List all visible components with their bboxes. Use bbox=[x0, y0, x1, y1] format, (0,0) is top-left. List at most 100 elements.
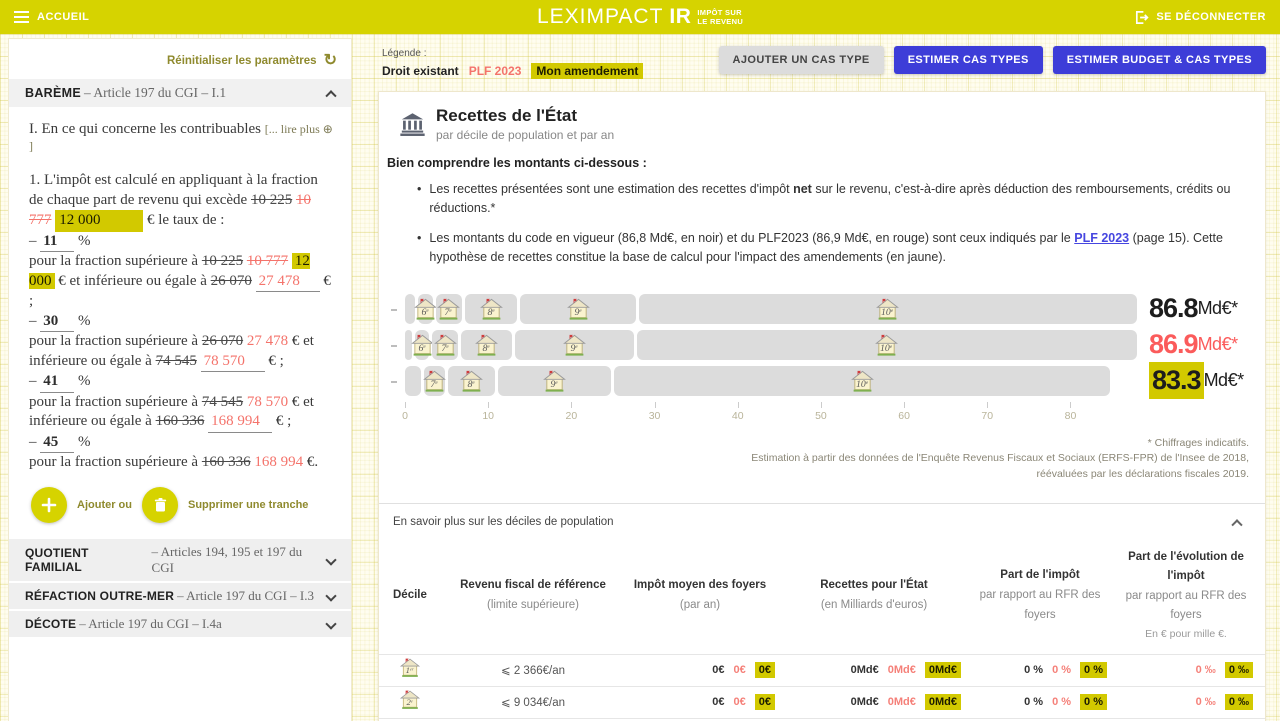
bar-segment-decile-6e: 6e bbox=[418, 294, 433, 324]
bar-segment-decile-8e: 8e bbox=[461, 330, 512, 360]
hamburger-icon[interactable] bbox=[14, 11, 29, 23]
add-case-button[interactable]: AJOUTER UN CAS TYPE bbox=[719, 46, 884, 74]
chart-total-highlight: 83.3Md€* bbox=[1149, 366, 1259, 396]
old-value-strikethrough: 74 545 bbox=[202, 394, 243, 410]
law-text: – bbox=[29, 233, 40, 249]
estimate-cases-button[interactable]: ESTIMER CAS TYPES bbox=[894, 46, 1043, 74]
rate-input[interactable]: 30 bbox=[40, 312, 74, 333]
value-hl: 0€ bbox=[755, 694, 775, 710]
plf-value-input[interactable]: 168 994 bbox=[208, 412, 272, 433]
value-black: 0€ bbox=[712, 664, 724, 676]
chevron-down-icon[interactable] bbox=[325, 618, 336, 629]
column-header: Décile bbox=[389, 586, 447, 606]
plf-value-strikethrough: 10 777 bbox=[247, 253, 288, 269]
explanation-title: Bien comprendre les montants ci-dessous … bbox=[387, 156, 1255, 170]
column-header-line2: par rapport au RFR des foyers bbox=[967, 586, 1113, 625]
estimate-budget-button[interactable]: ESTIMER BUDGET & CAS TYPES bbox=[1053, 46, 1266, 74]
legend: Légende : Droit existantPLF 2023Mon amen… bbox=[378, 46, 647, 81]
legend-item-highlight: Mon amendement bbox=[531, 63, 643, 79]
x-axis-tick bbox=[405, 402, 406, 408]
rate-input[interactable]: 11 bbox=[40, 232, 74, 253]
column-header-line1: Revenu fiscal de référence bbox=[447, 576, 619, 596]
sidebar-section-r-faction-outre-mer[interactable]: RÉFACTION OUTRE-MER– Article 197 du CGI … bbox=[9, 583, 351, 609]
value-cell: 0Md€0Md€0Md€ bbox=[781, 694, 967, 710]
chart-total-unit: Md€* bbox=[1204, 370, 1244, 391]
law-text: pour la fraction supérieure à bbox=[29, 394, 202, 410]
old-value-strikethrough: 10 225 bbox=[202, 253, 243, 269]
add-bracket-button[interactable] bbox=[31, 487, 67, 523]
x-axis-tick bbox=[821, 402, 822, 408]
rate-input[interactable]: 45 bbox=[40, 433, 74, 454]
sidebar-section-quotient-familial[interactable]: QUOTIENT FAMILIAL– Articles 194, 195 et … bbox=[9, 539, 351, 581]
x-axis-tick-label: 60 bbox=[898, 410, 910, 422]
plf-2023-link[interactable]: PLF 2023 bbox=[1074, 231, 1129, 245]
old-value-strikethrough: 26 070 bbox=[211, 273, 252, 289]
decile-house-icon: 10e bbox=[874, 333, 899, 357]
bareme-section-header[interactable]: BARÈME – Article 197 du CGI – I.1 bbox=[9, 79, 351, 107]
column-header-line2: par rapport au RFR des foyers bbox=[1113, 587, 1259, 626]
chart-total-unit: Md€* bbox=[1198, 298, 1238, 319]
revenue-card: Recettes de l'État par décile de populat… bbox=[378, 91, 1266, 721]
value-hl: 0Md€ bbox=[925, 662, 961, 678]
reset-parameters-label[interactable]: Réinitialiser les paramètres bbox=[167, 55, 317, 67]
delete-bracket-button[interactable] bbox=[142, 487, 178, 523]
brand-ir: IR bbox=[669, 5, 691, 29]
deciles-details-toggle[interactable]: En savoir plus sur les déciles de popula… bbox=[379, 503, 1265, 540]
column-header-line1: Impôt moyen des foyers bbox=[619, 576, 781, 596]
decile-house-icon: 10e bbox=[875, 297, 900, 321]
chevron-up-icon[interactable] bbox=[325, 90, 336, 101]
amendment-value-input[interactable]: 12 000 bbox=[55, 210, 143, 232]
x-axis-tick-label: 70 bbox=[981, 410, 993, 422]
chart-total-value: 83.3 bbox=[1149, 362, 1204, 399]
law-text: € ; bbox=[265, 353, 284, 369]
value-black: 0 % bbox=[1024, 696, 1043, 708]
law-paragraph: pour la fraction supérieure à 160 336 16… bbox=[29, 453, 333, 473]
deciles-details-label: En savoir plus sur les déciles de popula… bbox=[393, 516, 614, 528]
column-header-line1: Recettes pour l'État bbox=[781, 576, 967, 596]
main-panel: Légende : Droit existantPLF 2023Mon amen… bbox=[378, 34, 1280, 721]
bullet-dot: • bbox=[417, 180, 421, 219]
column-header-line1: Décile bbox=[393, 586, 447, 606]
value-hl: 0 ‰ bbox=[1225, 662, 1253, 678]
x-axis-tick bbox=[987, 402, 988, 408]
x-axis-tick-label: 0 bbox=[402, 410, 408, 422]
column-header-line2: (en Milliards d'euros) bbox=[781, 596, 967, 616]
footnote-source-2: réévaluées par les déclarations fiscales… bbox=[379, 467, 1249, 483]
value-hl: 0€ bbox=[755, 662, 775, 678]
rate-input[interactable]: 41 bbox=[40, 372, 74, 393]
x-axis-tick bbox=[904, 402, 905, 408]
reset-parameters-button[interactable]: Réinitialiser les paramètres ↻ bbox=[9, 39, 351, 79]
plf-value-input[interactable]: 27 478 bbox=[256, 272, 320, 293]
explanation-bullet-1: • Les recettes présentées sont une estim… bbox=[417, 180, 1255, 219]
legend-item-red: PLF 2023 bbox=[469, 64, 522, 78]
logout-button[interactable]: SE DÉCONNECTER bbox=[1134, 10, 1266, 25]
chevron-up-icon[interactable] bbox=[1231, 519, 1242, 530]
decile-house-icon: 9e bbox=[566, 297, 591, 321]
logout-label[interactable]: SE DÉCONNECTER bbox=[1156, 11, 1266, 23]
old-value-strikethrough: 74 545 bbox=[156, 353, 197, 369]
value-red: 0Md€ bbox=[888, 696, 916, 708]
column-header-line3: En € pour mille €. bbox=[1113, 626, 1259, 644]
value-red: 0 ‰ bbox=[1196, 696, 1216, 708]
plf-value-input[interactable]: 78 570 bbox=[201, 352, 265, 373]
sidebar-section-d-cote[interactable]: DÉCOTE– Article 197 du CGI – I.4a bbox=[9, 611, 351, 637]
chevron-down-icon[interactable] bbox=[325, 554, 336, 565]
section-subtitle: – Article 197 du CGI – I.4a bbox=[79, 616, 222, 632]
home-menu[interactable]: ACCUEIL bbox=[14, 11, 89, 23]
decile-house-icon: 8e bbox=[479, 297, 504, 321]
chart-total-value: 86.9 bbox=[1149, 331, 1198, 358]
plf-value: 168 994 bbox=[254, 454, 303, 470]
law-paragraph: – 30 % bbox=[29, 312, 333, 333]
chevron-down-icon[interactable] bbox=[325, 590, 336, 601]
refresh-icon[interactable]: ↻ bbox=[324, 53, 337, 69]
law-text: – bbox=[29, 313, 40, 329]
bar-segment-decile-7e: 7e bbox=[432, 330, 458, 360]
decile-icon-cell: 2e bbox=[389, 689, 447, 715]
chart-total-value: 86.8 bbox=[1149, 295, 1198, 322]
bullet1-bold: net bbox=[793, 182, 812, 196]
x-axis-tick bbox=[488, 402, 489, 408]
law-text: – bbox=[29, 373, 40, 389]
home-label[interactable]: ACCUEIL bbox=[37, 11, 89, 23]
decile-house-icon: 8e bbox=[474, 333, 499, 357]
law-text: % bbox=[74, 434, 90, 450]
